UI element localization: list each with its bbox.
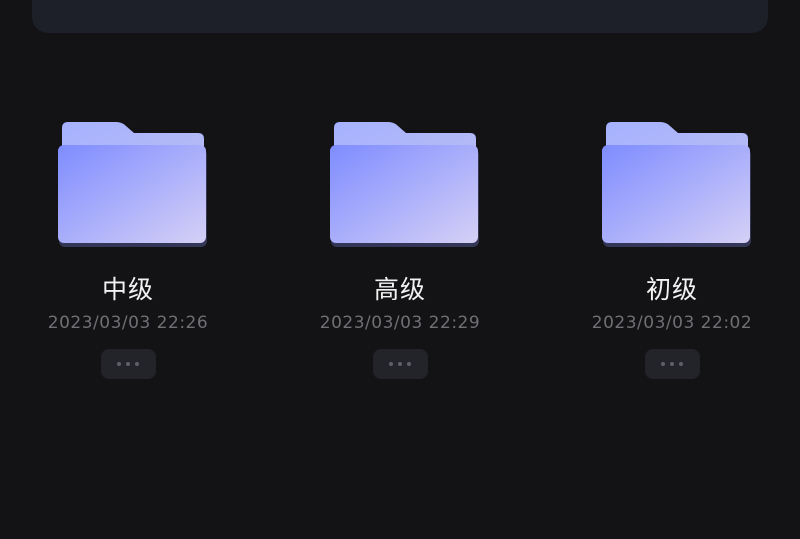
folder-card[interactable]: 中级 2023/03/03 22:26 bbox=[38, 120, 218, 390]
folder-name: 高级 bbox=[373, 275, 426, 304]
more-dots-icon bbox=[117, 362, 139, 366]
more-options-button[interactable] bbox=[372, 349, 428, 379]
more-options-button[interactable] bbox=[100, 349, 156, 379]
more-dots-icon bbox=[389, 362, 411, 366]
more-options-button[interactable] bbox=[644, 349, 700, 379]
folder-date: 2023/03/03 22:29 bbox=[319, 313, 481, 333]
folder-name: 初级 bbox=[645, 275, 698, 304]
folder-icon[interactable] bbox=[592, 120, 752, 255]
file-browser-page: 中级 2023/03/03 22:26 高级 2023/03/03 22:29 … bbox=[0, 0, 800, 539]
folder-date: 2023/03/03 22:02 bbox=[591, 313, 753, 333]
folder-date: 2023/03/03 22:26 bbox=[47, 313, 209, 333]
folder-card[interactable]: 初级 2023/03/03 22:02 bbox=[582, 120, 762, 390]
folder-grid: 中级 2023/03/03 22:26 高级 2023/03/03 22:29 … bbox=[0, 120, 800, 400]
folder-card[interactable]: 高级 2023/03/03 22:29 bbox=[310, 120, 490, 390]
folder-icon[interactable] bbox=[48, 120, 208, 255]
top-banner-card bbox=[32, 0, 768, 33]
folder-icon[interactable] bbox=[320, 120, 480, 255]
more-dots-icon bbox=[661, 362, 683, 366]
folder-name: 中级 bbox=[101, 275, 154, 304]
